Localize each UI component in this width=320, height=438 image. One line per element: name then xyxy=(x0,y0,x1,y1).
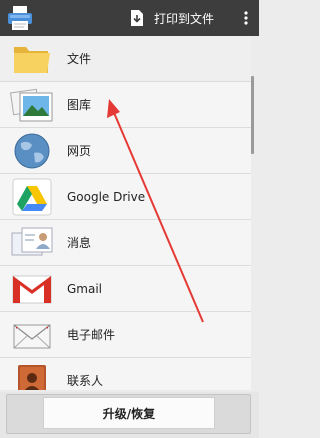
overflow-menu-button[interactable] xyxy=(239,0,253,36)
printer-app-icon[interactable] xyxy=(7,5,33,31)
list-item-contacts[interactable]: 联系人 xyxy=(0,358,251,390)
list-item-label: 消息 xyxy=(67,236,92,250)
list-item-files[interactable]: 文件 xyxy=(0,36,251,82)
gmail-icon xyxy=(12,275,52,303)
list-item-label: 电子邮件 xyxy=(67,328,116,342)
list-item-label: Gmail xyxy=(67,281,103,296)
bottom-action-bar: 升级/恢复 xyxy=(0,392,259,438)
print-to-file-label: 打印到文件 xyxy=(154,11,215,26)
folder-icon xyxy=(14,46,50,73)
source-list: 文件 图库 网页 Google Drive 消息 Gmail 电子邮件 联系人 xyxy=(0,36,259,390)
list-item-messages[interactable]: 消息 xyxy=(0,220,251,266)
list-item-label: 联系人 xyxy=(67,374,104,388)
list-item-label: 网页 xyxy=(67,144,92,158)
list-item-label: 文件 xyxy=(67,52,92,66)
globe-icon xyxy=(14,133,50,168)
messages-icon xyxy=(11,227,53,255)
list-item-google-drive[interactable]: Google Drive xyxy=(0,174,251,220)
app-bar: 打印到文件 xyxy=(0,0,259,36)
gallery-icon xyxy=(10,88,53,121)
list-item-email[interactable]: 电子邮件 xyxy=(0,312,251,358)
contacts-book-icon xyxy=(18,364,46,390)
upgrade-restore-label: 升级/恢复 xyxy=(102,406,156,421)
list-item-label: Google Drive xyxy=(67,189,146,204)
print-to-file-button[interactable]: 打印到文件 xyxy=(130,0,250,36)
upgrade-restore-button[interactable]: 升级/恢复 xyxy=(43,397,215,429)
file-download-icon xyxy=(131,10,143,26)
list-item-label: 图库 xyxy=(67,98,92,112)
list-item-web[interactable]: 网页 xyxy=(0,128,251,174)
email-envelope-icon xyxy=(13,324,51,348)
list-item-gallery[interactable]: 图库 xyxy=(0,82,251,128)
google-drive-icon xyxy=(12,178,52,215)
overflow-menu-icon xyxy=(244,11,248,25)
list-scrollbar[interactable] xyxy=(251,76,254,154)
list-item-gmail[interactable]: Gmail xyxy=(0,266,251,312)
